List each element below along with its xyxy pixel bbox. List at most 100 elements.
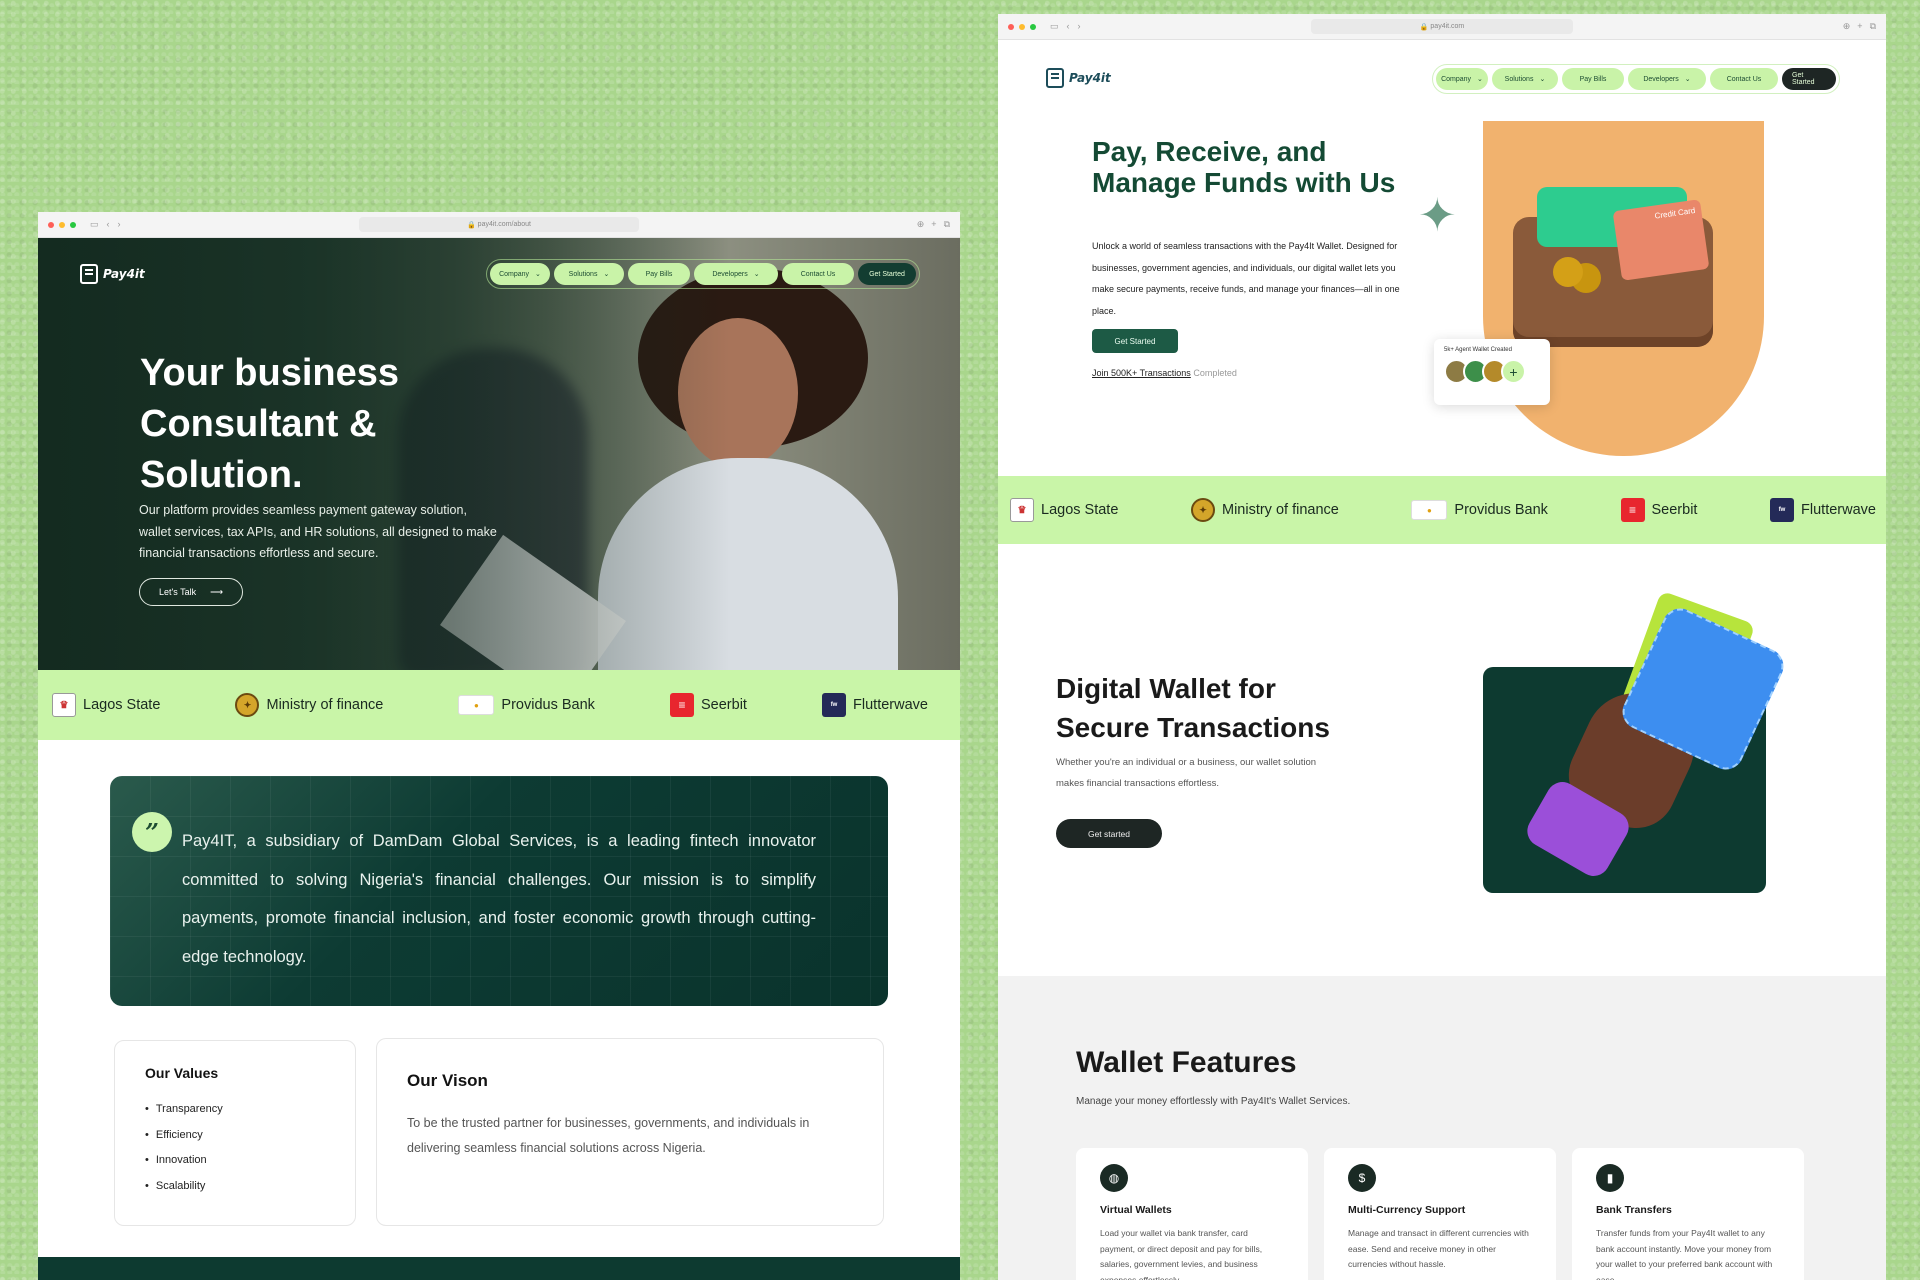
partner-name: Lagos State [1041,502,1119,518]
partner-ministry-of-finance: ✦ Ministry of finance [1190,498,1339,522]
cta-label: Get Started [1792,72,1815,86]
close-window-icon[interactable] [48,221,54,228]
join-suffix: Completed [1193,368,1237,378]
window-controls[interactable] [48,221,76,228]
currency-icon: $ [1348,1164,1376,1192]
arrow-right-icon: ⟶ [210,586,223,597]
get-started-secondary-button[interactable]: Get started [1056,819,1162,848]
nigeria-coat-of-arms-icon: ✦ [235,693,260,717]
wallet-image: Credit Card [1513,187,1713,347]
chevron-down-icon: ⌄ [1477,76,1483,83]
footer-section [38,1257,960,1280]
about-page-window: ▭ ‹ › 🔒 pay4it.com/about ⊕ + ⧉ Pay4it Compan… [38,212,960,1280]
maximize-window-icon[interactable] [70,221,76,228]
feature-card-bank-transfers: ▮ Bank Transfers Transfer funds from you… [1572,1148,1804,1280]
get-started-button[interactable]: Get Started [858,263,916,285]
nav-developers[interactable]: Developers ⌄ [694,263,778,285]
partner-name: Flutterwave [853,697,928,713]
hand-wallet-illustration [1518,590,1790,882]
partner-name: Flutterwave [1801,502,1876,518]
logo-mark-icon [1046,68,1064,88]
coin-icon [1553,257,1583,287]
nav-solutions[interactable]: Solutions ⌄ [554,263,624,285]
partners-strip: ♛ Lagos State ✦ Ministry of finance ● Provi… [38,670,960,740]
feature-title: Virtual Wallets [1100,1204,1172,1216]
chevron-down-icon: ⌄ [1539,76,1546,83]
partner-lagos-state: ♛ Lagos State [1010,498,1118,522]
logo[interactable]: Pay4it [80,264,145,284]
nav-label: Developers [1643,75,1679,83]
hero-title: Pay, Receive, and Manage Funds with Us [1092,136,1396,198]
credit-card-label: Credit Card [1612,199,1710,281]
maximize-window-icon[interactable] [1030,23,1036,30]
chevron-down-icon: ⌄ [753,271,760,278]
new-tab-icon[interactable]: + [1857,21,1862,32]
partner-name: Seerbit [701,697,747,713]
chevron-down-icon: ⌄ [1684,76,1691,83]
nav-label: Developers [712,270,748,278]
nav-developers[interactable]: Developers ⌄ [1628,68,1706,90]
tabs-icon[interactable]: ⧉ [944,219,950,230]
forward-icon[interactable]: › [1078,21,1081,32]
vision-title: Our Vison [407,1071,488,1090]
nav-label: Contact Us [1726,75,1762,83]
mission-text: Pay4IT, a subsidiary of DamDam Global Se… [182,832,816,966]
lagos-crest-icon: ♛ [1010,498,1034,522]
nav-pay-bills[interactable]: Pay Bills [628,263,690,285]
logo-text: Pay4it [103,267,145,281]
value-item: Transparency [145,1097,325,1123]
nav-contact-us[interactable]: Contact Us [782,263,854,285]
new-tab-icon[interactable]: + [931,219,936,230]
nav-company[interactable]: Company ⌄ [490,263,550,285]
back-icon[interactable]: ‹ [107,219,110,230]
agent-avatars: + [1444,359,1540,384]
partner-flutterwave: fw Flutterwave [1770,498,1876,522]
partner-lagos-state: ♛ Lagos State [52,693,160,717]
features-subtitle: Manage your money effortlessly with Pay4… [1076,1096,1351,1107]
nav-label: Company [499,270,530,278]
flutterwave-logo-icon: fw [1770,498,1795,522]
minimize-window-icon[interactable] [1019,23,1025,30]
url-text: pay4it.com/about [477,221,531,228]
browser-chrome: ▭ ‹ › 🔒 pay4it.com/about ⊕ + ⧉ [38,212,960,238]
browser-chrome: ▭ ‹ › 🔒 pay4it.com ⊕ + ⧉ [998,14,1886,40]
partner-name: Lagos State [83,697,161,713]
sidebar-icon[interactable]: ▭ [90,219,99,230]
join-link[interactable]: Join 500K+ Transactions [1092,368,1191,378]
chevron-down-icon: ⌄ [535,271,541,278]
hero-title: Your business Consultant & Solution. [140,352,400,496]
close-window-icon[interactable] [1008,23,1014,30]
forward-icon[interactable]: › [118,219,121,230]
partner-name: Providus Bank [1454,502,1548,518]
download-icon[interactable]: ⊕ [917,219,925,230]
lets-talk-button[interactable]: Let's Talk ⟶ [139,578,243,606]
nav-contact-us[interactable]: Contact Us [1710,68,1778,90]
hero-get-started-button[interactable]: Get Started [1092,329,1178,353]
address-bar[interactable]: 🔒 pay4it.com/about [359,217,639,232]
partner-name: Ministry of finance [266,697,384,713]
sidebar-icon[interactable]: ▭ [1050,21,1059,32]
back-icon[interactable]: ‹ [1067,21,1070,32]
get-started-button[interactable]: Get Started [1782,68,1836,90]
address-bar[interactable]: 🔒 pay4it.com [1311,19,1573,34]
nav-solutions[interactable]: Solutions ⌄ [1492,68,1558,90]
nav-company[interactable]: Company ⌄ [1436,68,1488,90]
partner-seerbit: ≡ Seerbit [1620,498,1697,522]
values-list: Transparency Efficiency Innovation Scala… [145,1097,325,1199]
tabs-icon[interactable]: ⧉ [1870,21,1876,32]
providus-logo-icon: ● [1411,500,1448,520]
minimize-window-icon[interactable] [59,221,65,228]
sparkle-icon: ✦ [1418,189,1457,241]
digital-wallet-title: Digital Wallet for Secure Transactions [1056,673,1330,743]
lock-icon: 🔒 [1419,23,1431,31]
wallet-page-window: ▭ ‹ › 🔒 pay4it.com ⊕ + ⧉ Pay4it Company ⌄ Sol… [998,14,1886,1280]
download-icon[interactable]: ⊕ [1843,21,1851,32]
features-title: Wallet Features [1076,1046,1297,1079]
hero-section: Pay4it Company ⌄ Solutions ⌄ Pay Bills Dev… [38,238,960,670]
nav-pay-bills[interactable]: Pay Bills [1562,68,1624,90]
window-controls[interactable] [1008,23,1036,30]
seerbit-logo-icon: ≡ [670,693,694,717]
logo[interactable]: Pay4it [1046,68,1111,88]
main-nav: Company ⌄ Solutions ⌄ Pay Bills Developers… [486,259,920,289]
nav-label: Pay Bills [645,270,673,278]
